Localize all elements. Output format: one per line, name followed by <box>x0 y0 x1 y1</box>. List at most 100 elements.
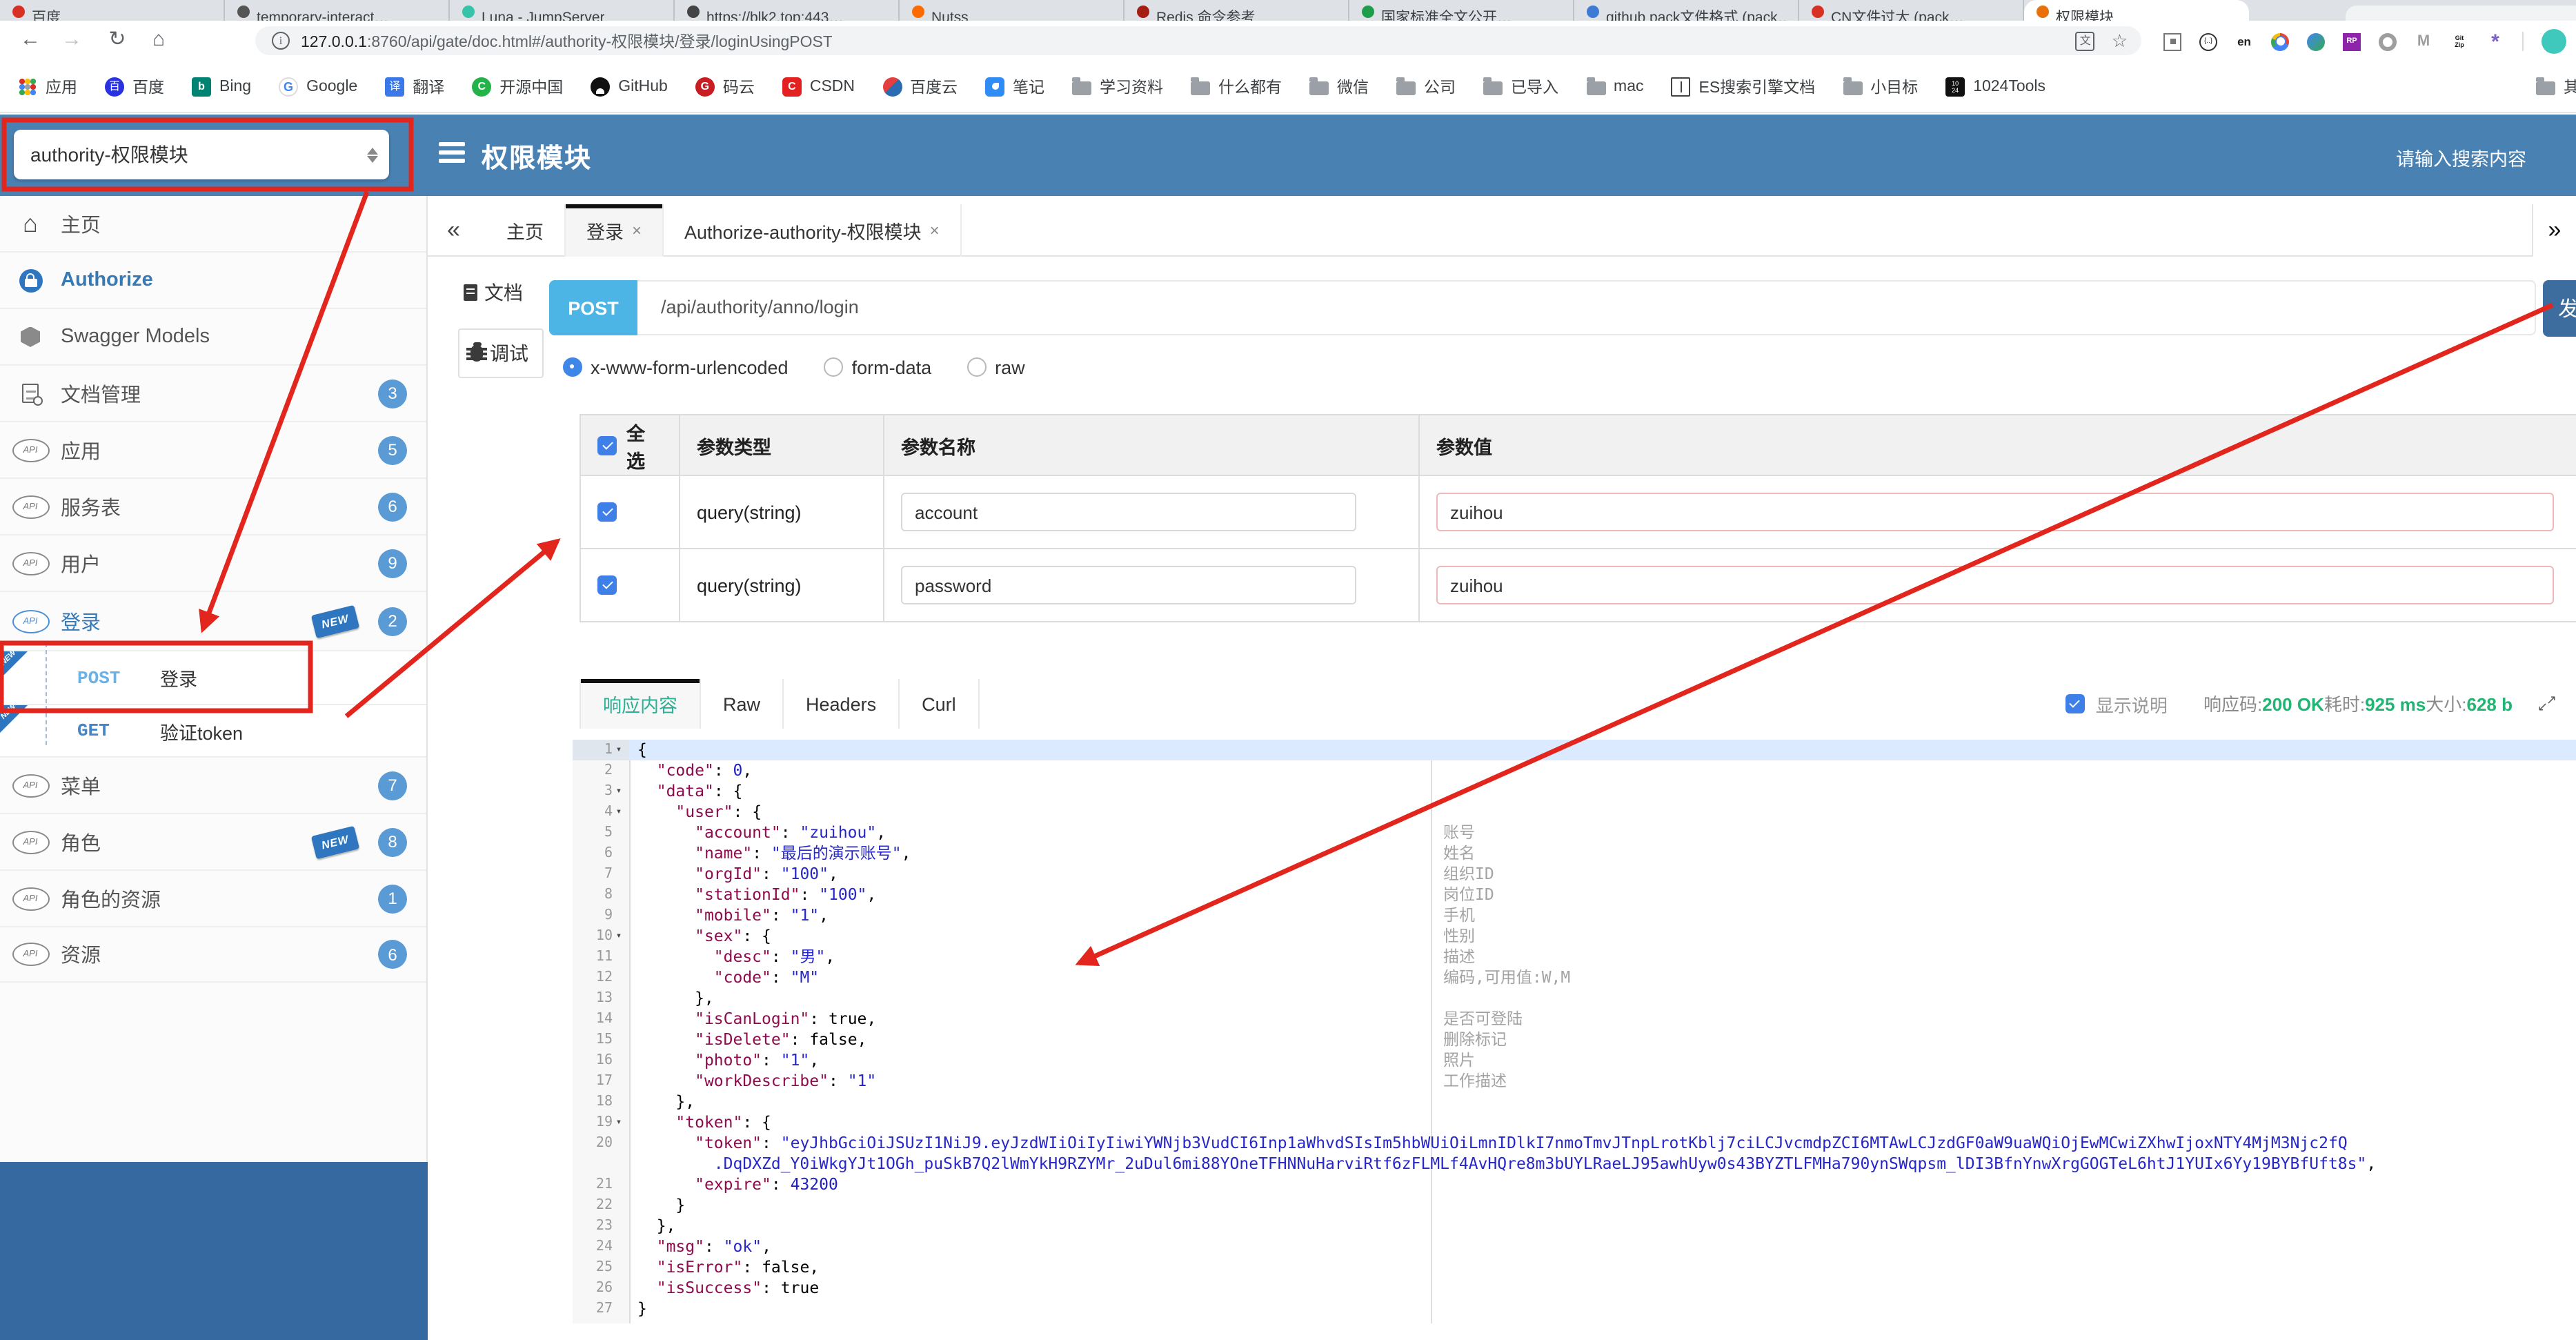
sidebar-item[interactable]: API 服务表 6 <box>0 479 426 535</box>
response-tab[interactable]: 响应内容 <box>579 679 701 729</box>
radio-icon[interactable] <box>824 357 844 377</box>
sidebar-item[interactable]: Authorize <box>0 253 426 309</box>
address-bar[interactable]: i 127.0.0.1:8760/api/gate/doc.html#/auth… <box>255 26 2141 55</box>
module-select[interactable]: authority-权限模块 <box>14 130 389 179</box>
info-icon[interactable]: i <box>272 32 290 50</box>
response-tab[interactable]: Raw <box>701 679 784 729</box>
bookmark-item[interactable]: 什么都有 <box>1191 75 1282 97</box>
param-value-input[interactable]: zuihou <box>1436 493 2554 531</box>
browser-tab[interactable]: CN文件过大 (pack… <box>1799 0 2024 21</box>
bookmark-item[interactable]: 百百度 <box>105 75 164 97</box>
profile-avatar[interactable] <box>2542 29 2566 54</box>
bookmark-item[interactable]: C 开源中国 <box>472 75 563 97</box>
bookmark-item[interactable]: 百度云 <box>882 75 958 97</box>
menu-hamburger-icon[interactable] <box>439 142 465 166</box>
sidebar-item[interactable]: 文档管理 3 <box>0 366 426 422</box>
tool-tab-doc[interactable]: 文档 <box>464 279 523 306</box>
bookmark-item[interactable]: GitHub <box>591 77 668 96</box>
header-search-input[interactable]: 请输入搜索内容 <box>2396 144 2526 171</box>
response-tab[interactable]: Headers <box>784 679 900 729</box>
row-checkbox[interactable] <box>597 502 617 522</box>
content-type-option[interactable]: raw <box>967 357 1025 377</box>
bookmark-item[interactable]: 10 24 1024Tools <box>1945 77 2045 96</box>
browser-tab[interactable]: temporary-interact… <box>225 0 450 21</box>
fold-caret-icon[interactable]: ▾ <box>613 740 625 760</box>
bookmark-item[interactable]: 笔记 <box>985 75 1044 97</box>
bookmark-item[interactable]: 已导入 <box>1483 75 1558 97</box>
browser-tab[interactable]: Luna - JumpServer <box>450 0 675 21</box>
content-type-option[interactable]: form-data <box>824 357 931 377</box>
select-all-checkbox[interactable] <box>597 435 617 455</box>
home-icon[interactable]: ⌂ <box>143 25 174 55</box>
browser-tab[interactable]: https://blk2.top:443… <box>675 0 900 21</box>
sidebar-item[interactable]: API 应用 5 <box>0 422 426 479</box>
bookmark-item[interactable]: G Google <box>279 77 357 96</box>
sidebar-item[interactable]: API 菜单 7 <box>0 758 426 814</box>
bookmark-item[interactable]: C CSDN <box>782 77 855 96</box>
document-tab[interactable]: 登录 × <box>566 204 664 257</box>
row-checkbox[interactable] <box>597 575 617 595</box>
sidebar-item[interactable]: ⌂ 主页 <box>0 196 426 253</box>
document-tab[interactable]: 主页 <box>486 204 566 257</box>
sidebar-item[interactable]: API 角色的资源 1 <box>0 871 426 927</box>
sidebar-endpoint-post[interactable]: NEW POST 登录 <box>0 649 426 705</box>
qr-extension-icon[interactable] <box>2163 32 2181 50</box>
sidebar-item[interactable]: API 资源 6 <box>0 927 426 983</box>
brace-extension-icon[interactable]: {..} <box>2199 32 2217 50</box>
close-tab-icon[interactable]: × <box>930 221 940 240</box>
browser-tab[interactable]: 国家标准全文公开… <box>1349 0 1574 21</box>
bookmark-item[interactable]: 学习资料 <box>1072 75 1163 97</box>
globe-extension-icon[interactable] <box>2307 32 2325 50</box>
aster-extension-icon[interactable]: * <box>2486 30 2504 53</box>
content-type-option[interactable]: x-www-form-urlencoded <box>563 357 789 377</box>
forward-icon[interactable]: → <box>57 25 87 55</box>
bookmark-item[interactable]: 公司 <box>1396 75 1456 97</box>
browser-tab-stub[interactable] <box>2346 6 2576 21</box>
chrome-extension-icon[interactable] <box>2271 32 2289 50</box>
sidebar-item[interactable]: Swagger Models <box>0 309 426 366</box>
param-value-input[interactable]: zuihou <box>1436 566 2554 604</box>
tool-tab-debug[interactable]: 调试 <box>458 328 544 378</box>
document-tab[interactable]: Authorize-authority-权限模块 × <box>664 204 962 257</box>
response-tab[interactable]: Curl <box>900 679 980 729</box>
collapse-tabs-icon[interactable]: « <box>447 204 460 257</box>
reload-icon[interactable]: ↻ <box>102 25 132 55</box>
sidebar-endpoint-get[interactable]: NEW GET 验证token <box>0 703 426 758</box>
fold-caret-icon[interactable]: ▾ <box>613 802 625 822</box>
radio-icon[interactable] <box>967 357 987 377</box>
sidebar-item[interactable]: API 角色 NEW 8 <box>0 814 426 871</box>
close-tab-icon[interactable]: × <box>632 221 642 240</box>
translate-icon[interactable]: 文 <box>2075 31 2095 50</box>
bookmark-item[interactable]: b Bing <box>192 77 251 96</box>
bookmark-star-icon[interactable]: ☆ <box>2112 32 2128 50</box>
bookmark-item[interactable]: 微信 <box>1309 75 1369 97</box>
browser-tab[interactable]: github pack文件格式 (pack… <box>1574 0 1799 21</box>
sidebar-item[interactable]: API 登录 NEW 2 <box>0 592 426 651</box>
expand-icon[interactable]: ↗ ↙ <box>2537 693 2557 713</box>
param-name-input[interactable]: account <box>901 493 1356 531</box>
bookmark-item[interactable]: 小目标 <box>1843 75 1918 97</box>
bookmark-item[interactable]: G 码云 <box>695 75 755 97</box>
show-description-checkbox[interactable] <box>2065 694 2085 713</box>
browser-tab[interactable]: 权限模块 <box>2024 0 2249 21</box>
back-icon[interactable]: ← <box>15 25 46 55</box>
browser-tab[interactable]: Redis 命令参考 <box>1124 0 1349 21</box>
fold-caret-icon[interactable]: ▾ <box>613 1112 625 1133</box>
ring-extension-icon[interactable] <box>2379 32 2397 50</box>
param-name-input[interactable]: password <box>901 566 1356 604</box>
bookmark-item[interactable]: mac <box>1586 77 1644 95</box>
radio-icon[interactable] <box>563 357 582 377</box>
m-extension-icon[interactable]: M <box>2415 32 2433 50</box>
bookmark-item[interactable]: ES搜索引擎文档 <box>1671 75 1815 97</box>
fold-caret-icon[interactable]: ▾ <box>613 926 625 947</box>
browser-tab[interactable]: 百度 <box>0 0 225 21</box>
response-body-editor[interactable]: 1 ▾{2 "code": 0, 3 ▾ "data": {4 ▾ "user": {5… <box>573 740 2576 1323</box>
sidebar-item[interactable]: API 用户 9 <box>0 535 426 592</box>
bookmarks-overflow-folder[interactable]: 其他书签 <box>2536 61 2576 113</box>
send-button[interactable]: 发 <box>2543 280 2576 337</box>
expand-tabs-icon[interactable]: » <box>2532 204 2576 257</box>
bookmark-item[interactable]: 应用 <box>18 75 77 97</box>
browser-tab[interactable]: Nutss <box>900 0 1124 21</box>
bookmark-item[interactable]: 译翻译 <box>385 75 444 97</box>
gitzip-extension-icon[interactable]: Git Zip <box>2450 32 2468 50</box>
